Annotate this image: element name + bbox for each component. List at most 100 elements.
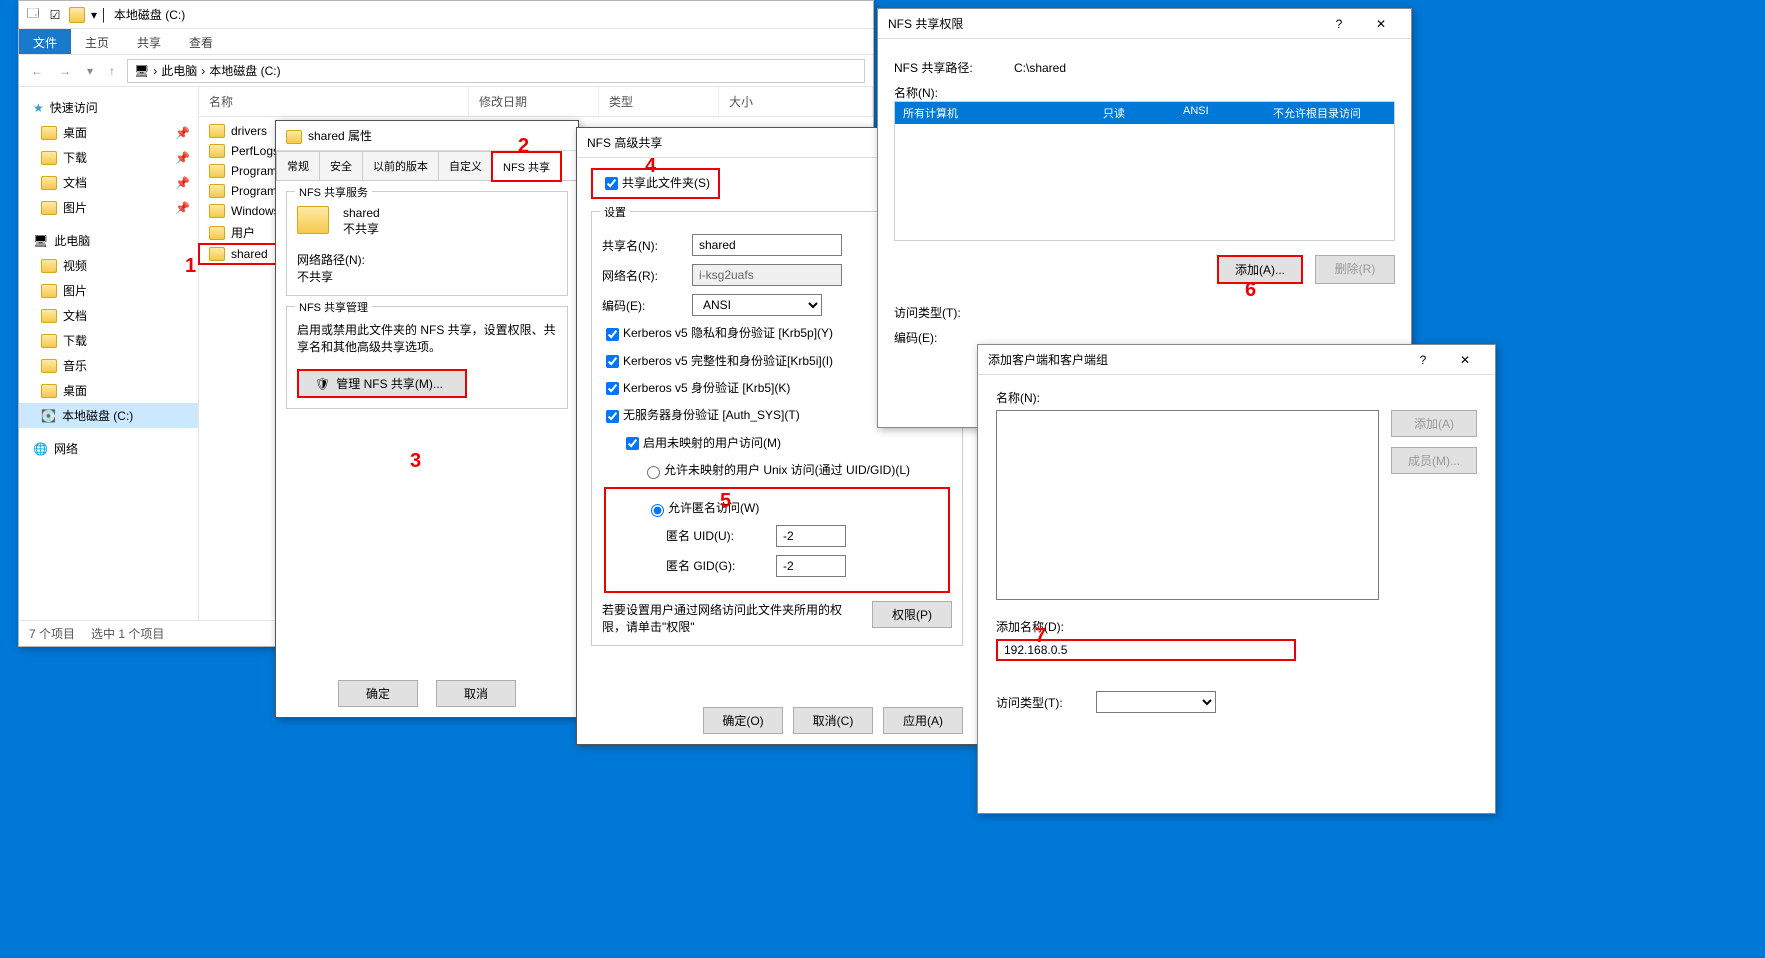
sidebar-item-desktop[interactable]: 桌面 📌 (19, 120, 198, 145)
unmapped-unix-radio[interactable]: 允许未映射的用户 Unix 访问(通过 UID/GID)(L) (642, 461, 910, 479)
chk[interactable] (606, 355, 619, 368)
add-client-button[interactable]: 添加(A) (1391, 410, 1477, 437)
ribbon-file[interactable]: 文件 (19, 29, 71, 54)
sidebar-network[interactable]: 网络 (19, 436, 198, 461)
gid-input[interactable] (776, 555, 846, 577)
add-button[interactable]: 添加(A)... (1217, 255, 1303, 284)
sidebar-this-pc[interactable]: 此电脑 (19, 228, 198, 253)
manage-nfs-button[interactable]: 🛡 管理 NFS 共享(M)... (297, 369, 467, 398)
folder-icon (209, 247, 225, 261)
col-size[interactable]: 大小 (719, 87, 873, 116)
tab-custom[interactable]: 自定义 (438, 151, 493, 180)
folder-icon (41, 126, 57, 140)
col-name[interactable]: 名称 (199, 87, 469, 116)
ok-button[interactable]: 确定(O) (703, 707, 783, 734)
apply-button[interactable]: 应用(A) (883, 707, 963, 734)
encoding-select[interactable]: ANSI (692, 294, 822, 316)
chk[interactable] (626, 437, 639, 450)
window-controls: ? ✕ (1319, 13, 1401, 35)
chk[interactable] (605, 177, 618, 190)
sidebar-item-documents2[interactable]: 文档 (19, 303, 198, 328)
chk[interactable] (606, 410, 619, 423)
pin-icon: 📌 (175, 126, 190, 140)
ribbon-home[interactable]: 主页 (71, 29, 123, 54)
nav-recent[interactable]: ▾ (83, 64, 97, 78)
nfs-mgmt-group: NFS 共享管理 启用或禁用此文件夹的 NFS 共享，设置权限、共享名和其他高级… (286, 306, 568, 409)
sidebar-item-music[interactable]: 音乐 (19, 353, 198, 378)
sidebar-item-cdrive[interactable]: 💽本地磁盘 (C:) (19, 403, 198, 428)
window-controls: ? ✕ (1403, 349, 1485, 371)
close-icon[interactable]: ✕ (1445, 349, 1485, 371)
prop-titlebar: shared 属性 (276, 121, 578, 151)
folder-icon (209, 144, 225, 158)
tab-security[interactable]: 安全 (319, 151, 363, 180)
access-select[interactable] (1096, 691, 1216, 713)
krb5-checkbox[interactable]: Kerberos v5 身份验证 [Krb5](K) (602, 379, 790, 398)
cell-encoding: ANSI (1175, 102, 1265, 124)
share-name-input[interactable] (692, 234, 842, 256)
sidebar-item-pictures[interactable]: 图片📌 (19, 195, 198, 220)
sidebar-item-desktop2[interactable]: 桌面 (19, 378, 198, 403)
krb5i-checkbox[interactable]: Kerberos v5 完整性和身份验证[Krb5i](I) (602, 352, 833, 371)
tab-previous[interactable]: 以前的版本 (362, 151, 439, 180)
nfs-service-group: NFS 共享服务 shared 不共享 网络路径(N): 不共享 (286, 191, 568, 296)
uid-input[interactable] (776, 525, 846, 547)
remove-button[interactable]: 删除(R) (1315, 255, 1395, 284)
enc-label: 编码(E): (894, 329, 984, 346)
sidebar-item-videos[interactable]: 视频 (19, 253, 198, 278)
crumb-drive[interactable]: 本地磁盘 (C:) (209, 62, 280, 79)
crumb-sep: › (201, 64, 205, 78)
authsys-checkbox[interactable]: 无服务器身份验证 [Auth_SYS](T) (602, 406, 800, 425)
clients-listbox[interactable] (996, 410, 1379, 600)
sidebar-item-downloads2[interactable]: 下载 (19, 328, 198, 353)
radio[interactable] (647, 466, 660, 479)
sidebar-quick-access[interactable]: ★快速访问 (19, 95, 198, 120)
address-bar[interactable]: › 此电脑 › 本地磁盘 (C:) (127, 59, 865, 83)
radio[interactable] (651, 504, 664, 517)
list-row[interactable]: 所有计算机 只读 ANSI 不允许根目录访问 (895, 102, 1394, 124)
sidebar-label: 网络 (54, 440, 78, 457)
anon-radio[interactable]: 允许匿名访问(W) (646, 499, 759, 517)
nav-up[interactable]: ↑ (105, 64, 119, 78)
file-name: 用户 (231, 224, 255, 241)
sidebar-item-documents[interactable]: 文档📌 (19, 170, 198, 195)
permissions-list[interactable]: 所有计算机 只读 ANSI 不允许根目录访问 (894, 101, 1395, 241)
sidebar-item-pictures2[interactable]: 图片 (19, 278, 198, 303)
folder-icon (41, 151, 57, 165)
file-name: shared (231, 247, 268, 261)
krb5p-checkbox[interactable]: Kerberos v5 隐私和身份验证 [Krb5p](Y) (602, 324, 833, 343)
ribbon-view[interactable]: 查看 (175, 29, 227, 54)
sidebar-item-downloads[interactable]: 下载📌 (19, 145, 198, 170)
help-icon[interactable]: ? (1403, 349, 1443, 371)
uid-label: 匿名 UID(U): (666, 527, 766, 544)
ok-button[interactable]: 确定 (338, 680, 418, 707)
file-name: drivers (231, 124, 267, 138)
members-button[interactable]: 成员(M)... (1391, 447, 1477, 474)
cancel-button[interactable]: 取消(C) (793, 707, 873, 734)
folder-icon (41, 309, 57, 323)
crumb-pc[interactable]: 此电脑 (161, 62, 197, 79)
folder-icon (41, 334, 57, 348)
close-icon[interactable]: ✕ (1361, 13, 1401, 35)
share-folder-checkbox[interactable]: 共享此文件夹(S) (601, 176, 710, 190)
col-modified[interactable]: 修改日期 (469, 87, 599, 116)
ribbon-share[interactable]: 共享 (123, 29, 175, 54)
add-client-dialog: 添加客户端和客户端组 ? ✕ 名称(N): 添加(A) 成员(M)... 添加名… (977, 344, 1496, 814)
mgmt-desc: 启用或禁用此文件夹的 NFS 共享，设置权限、共享名和其他高级共享选项。 (297, 321, 557, 355)
cancel-button[interactable]: 取消 (436, 680, 516, 707)
help-icon[interactable]: ? (1319, 13, 1359, 35)
col-type[interactable]: 类型 (599, 87, 719, 116)
prop-title: shared 属性 (308, 129, 372, 143)
nav-back[interactable]: ← (27, 64, 47, 78)
unmapped-checkbox[interactable]: 启用未映射的用户访问(M) (622, 434, 781, 453)
folder-icon (41, 201, 57, 215)
tab-general[interactable]: 常规 (276, 151, 320, 180)
perm-titlebar: NFS 共享权限 ? ✕ (878, 9, 1411, 39)
nav-fwd[interactable]: → (55, 64, 75, 78)
nav-sidebar: ★快速访问 桌面 📌 下载📌 文档📌 图片📌 此电脑 视频 图片 文档 下载 音乐… (19, 87, 199, 620)
chk[interactable] (606, 382, 619, 395)
sidebar-label: 桌面 (63, 124, 87, 141)
permissions-button[interactable]: 权限(P) (872, 601, 952, 628)
chk[interactable] (606, 328, 619, 341)
ribbon: 文件 主页 共享 查看 (19, 29, 873, 55)
